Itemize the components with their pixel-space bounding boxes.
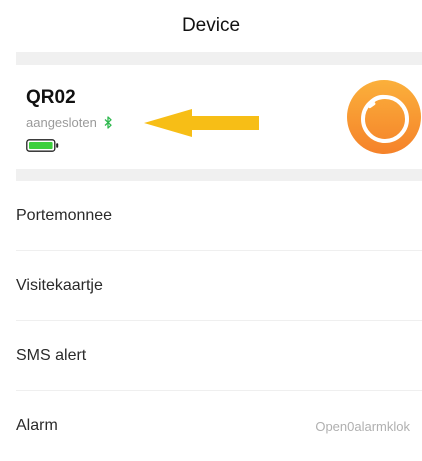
menu-item-visitekaartje[interactable]: Visitekaartje bbox=[16, 251, 422, 321]
section-divider bbox=[16, 52, 422, 65]
battery-icon bbox=[26, 139, 59, 152]
header: Device bbox=[0, 0, 422, 52]
connection-status-label: aangesloten bbox=[26, 115, 97, 130]
menu-item-sms-alert[interactable]: SMS alert bbox=[16, 321, 422, 391]
device-name: QR02 bbox=[26, 87, 76, 108]
menu-item-label: SMS alert bbox=[16, 346, 87, 364]
connection-status: aangesloten bbox=[26, 115, 113, 130]
watch-icon bbox=[347, 80, 421, 154]
menu-item-portemonnee[interactable]: Portemonnee bbox=[16, 181, 422, 251]
arrow-left-icon bbox=[144, 109, 259, 137]
menu-item-label: Visitekaartje bbox=[16, 276, 103, 294]
bluetooth-icon bbox=[104, 116, 112, 129]
device-card[interactable]: QR02 aangesloten bbox=[0, 65, 422, 169]
page-title: Device bbox=[181, 15, 241, 36]
section-divider bbox=[16, 169, 422, 181]
menu-item-value: Open0alarmklok bbox=[315, 418, 410, 434]
menu-item-label: Alarm bbox=[16, 417, 58, 434]
menu-item-label: Portemonnee bbox=[16, 206, 113, 224]
